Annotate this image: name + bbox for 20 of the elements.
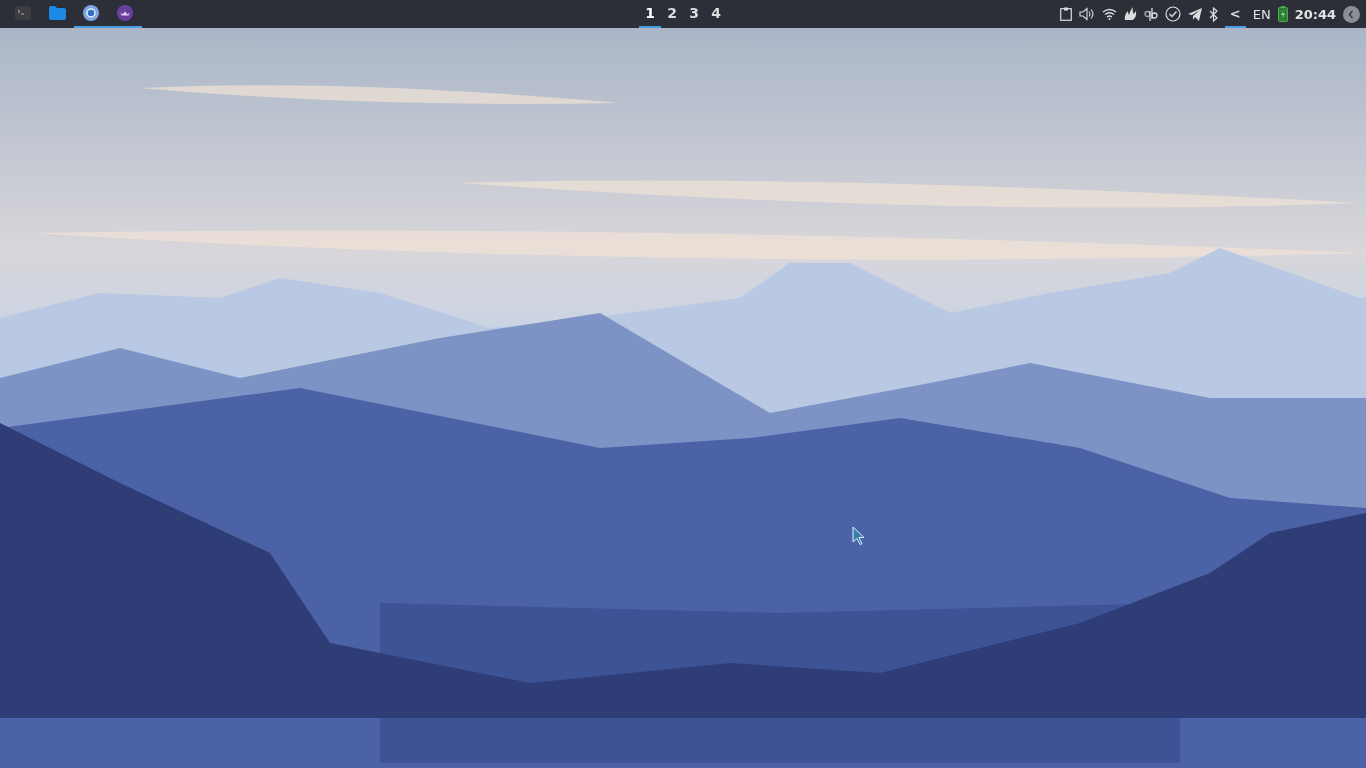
bluetooth-icon[interactable] bbox=[1208, 6, 1218, 22]
terminal-icon bbox=[15, 6, 31, 20]
workspace-button[interactable]: 2 bbox=[661, 0, 683, 28]
browser-icon bbox=[83, 5, 99, 21]
workspace-button[interactable]: 3 bbox=[683, 0, 705, 28]
torrent-icon[interactable] bbox=[1143, 7, 1158, 21]
back-circle-icon[interactable] bbox=[1343, 5, 1360, 23]
keyboard-layout[interactable]: EN bbox=[1252, 6, 1271, 22]
flame-icon[interactable] bbox=[1123, 7, 1137, 21]
check-circle-icon[interactable] bbox=[1164, 6, 1181, 22]
clock[interactable]: 20:44 bbox=[1294, 6, 1337, 22]
paper-plane-icon[interactable] bbox=[1187, 7, 1202, 21]
wifi-icon[interactable] bbox=[1101, 8, 1117, 20]
mouse-cursor-icon bbox=[852, 526, 865, 546]
workspace-button[interactable]: 4 bbox=[705, 0, 727, 28]
battery-charging-icon[interactable] bbox=[1277, 6, 1288, 22]
clipboard-icon[interactable] bbox=[1060, 7, 1072, 21]
folder-icon bbox=[48, 6, 66, 20]
app-icon bbox=[117, 5, 133, 21]
volume-icon[interactable] bbox=[1079, 7, 1095, 21]
